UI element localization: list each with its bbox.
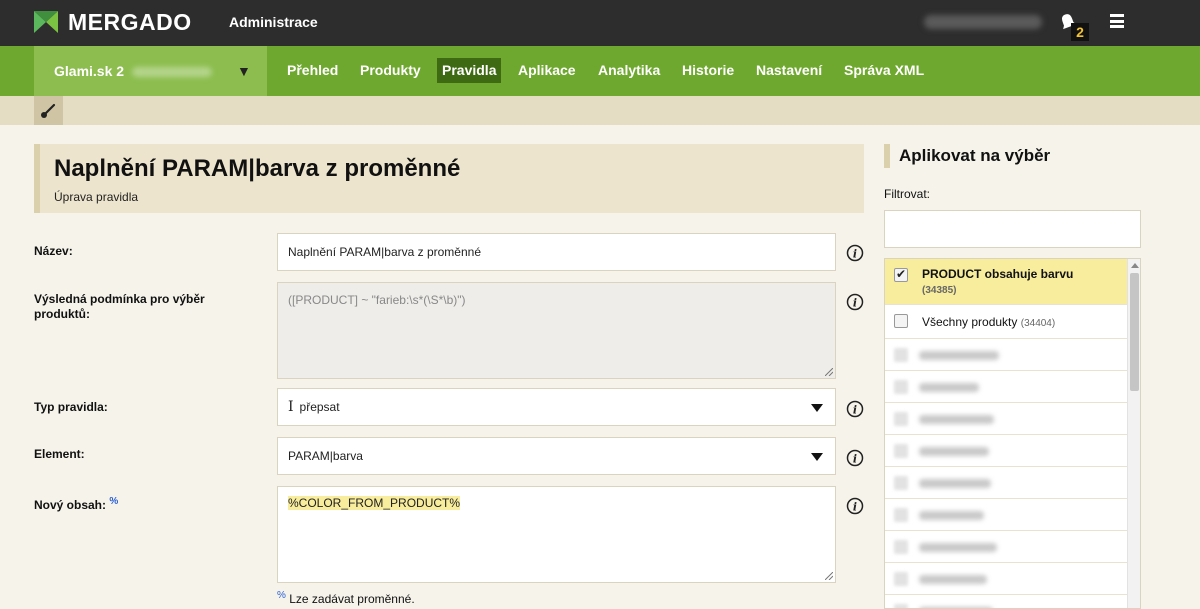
- shop-name: Glami.sk 2: [54, 63, 125, 79]
- brand-name[interactable]: MERGADO: [68, 9, 192, 36]
- svg-text:i: i: [853, 501, 857, 514]
- list-item-count: (34385): [922, 285, 957, 296]
- element-select[interactable]: PARAM|barva: [277, 437, 836, 475]
- new-content-textarea[interactable]: %COLOR_FROM_PRODUCT%: [277, 486, 836, 583]
- nav-item-nastaveni[interactable]: Nastavení: [751, 58, 827, 83]
- shop-selector[interactable]: Glami.sk 2 ▼: [34, 46, 267, 96]
- chevron-down-icon: ▼: [237, 63, 251, 79]
- dropdown-arrow-icon: [811, 453, 823, 461]
- list-item[interactable]: [885, 467, 1127, 499]
- nav-item-analytika[interactable]: Analytika: [593, 58, 665, 83]
- main-nav: Glami.sk 2 ▼ Přehled Produkty Pravidla A…: [0, 46, 1200, 96]
- svg-text:i: i: [853, 453, 857, 466]
- list-item[interactable]: [885, 595, 1127, 608]
- variables-marker: %: [277, 590, 286, 601]
- condition-label: Výsledná podmínka pro výběr produktů:: [34, 292, 205, 321]
- name-label: Název:: [34, 244, 73, 258]
- edit-tool-button[interactable]: [34, 96, 63, 125]
- hamburger-menu-icon[interactable]: [1110, 14, 1124, 28]
- dropdown-arrow-icon: [811, 404, 823, 412]
- variables-marker: %: [109, 496, 119, 507]
- element-value: PARAM|barva: [288, 449, 363, 463]
- admin-link[interactable]: Administrace: [229, 14, 318, 30]
- name-input[interactable]: Naplnění PARAM|barva z proměnné: [277, 233, 836, 271]
- condition-text: ([PRODUCT] ~ "farieb:\s*(\S*\b)"): [288, 293, 466, 307]
- rule-type-value: přepsat: [299, 400, 340, 414]
- list-item[interactable]: [885, 371, 1127, 403]
- list-item[interactable]: PRODUCT obsahuje barvu (34385): [885, 259, 1127, 305]
- nav-item-sprava-xml[interactable]: Správa XML: [839, 58, 929, 83]
- brush-icon: [41, 103, 56, 118]
- rule-type-select[interactable]: Ipřepsat: [277, 388, 836, 426]
- rule-type-label: Typ pravidla:: [34, 400, 108, 414]
- list-item-label: PRODUCT obsahuje barvu: [922, 267, 1074, 281]
- mergado-logo-icon: [34, 11, 58, 33]
- scroll-up-icon[interactable]: [1131, 263, 1139, 268]
- new-content-label: Nový obsah: %: [34, 496, 119, 512]
- list-item[interactable]: Všechny produkty (34404): [885, 305, 1127, 339]
- nav-item-aplikace[interactable]: Aplikace: [513, 58, 581, 83]
- info-icon[interactable]: i: [846, 293, 864, 311]
- filter-label: Filtrovat:: [884, 187, 931, 201]
- panel-title-accent: [884, 144, 890, 168]
- info-icon[interactable]: i: [846, 244, 864, 262]
- list-item-label: Všechny produkty (34404): [922, 315, 1056, 329]
- user-name-blurred[interactable]: [924, 15, 1042, 29]
- selection-list: PRODUCT obsahuje barvu (34385) Všechny p…: [884, 258, 1141, 609]
- list-scrollbar[interactable]: [1127, 259, 1140, 608]
- page-title: Naplnění PARAM|barva z proměnné: [54, 155, 461, 182]
- svg-text:i: i: [853, 297, 857, 310]
- resize-handle-icon[interactable]: [825, 572, 833, 580]
- panel-title: Aplikovat na výběr: [899, 146, 1051, 165]
- list-item[interactable]: [885, 499, 1127, 531]
- info-icon[interactable]: i: [846, 400, 864, 418]
- condition-textarea: ([PRODUCT] ~ "farieb:\s*(\S*\b)"): [277, 282, 836, 379]
- list-item[interactable]: [885, 563, 1127, 595]
- tool-strip: [0, 96, 1200, 125]
- svg-text:i: i: [853, 248, 857, 261]
- text-cursor-icon: I: [288, 399, 294, 415]
- list-item[interactable]: [885, 339, 1127, 371]
- filter-input[interactable]: [884, 210, 1141, 248]
- new-content-text: %COLOR_FROM_PRODUCT%: [288, 496, 461, 510]
- nav-item-pravidla[interactable]: Pravidla: [437, 58, 502, 83]
- resize-handle-icon[interactable]: [825, 368, 833, 376]
- page-subtitle: Úprava pravidla: [54, 190, 139, 204]
- top-bar: MERGADO Administrace 2: [0, 0, 1200, 46]
- shop-url-blurred: [132, 67, 212, 77]
- svg-text:i: i: [853, 404, 857, 417]
- scroll-thumb[interactable]: [1130, 273, 1139, 391]
- element-label: Element:: [34, 447, 85, 461]
- list-item[interactable]: [885, 403, 1127, 435]
- variables-hint: % Lze zadávat proměnné.: [277, 590, 415, 606]
- nav-item-prehled[interactable]: Přehled: [282, 58, 343, 83]
- info-icon[interactable]: i: [846, 449, 864, 467]
- notification-badge[interactable]: 2: [1071, 23, 1089, 41]
- list-item[interactable]: [885, 435, 1127, 467]
- checkbox[interactable]: [894, 314, 908, 328]
- nav-item-historie[interactable]: Historie: [677, 58, 739, 83]
- page-header: Naplnění PARAM|barva z proměnné Úprava p…: [34, 144, 864, 213]
- checkbox-checked[interactable]: [894, 267, 908, 282]
- info-icon[interactable]: i: [846, 497, 864, 515]
- nav-item-produkty[interactable]: Produkty: [355, 58, 426, 83]
- list-item[interactable]: [885, 531, 1127, 563]
